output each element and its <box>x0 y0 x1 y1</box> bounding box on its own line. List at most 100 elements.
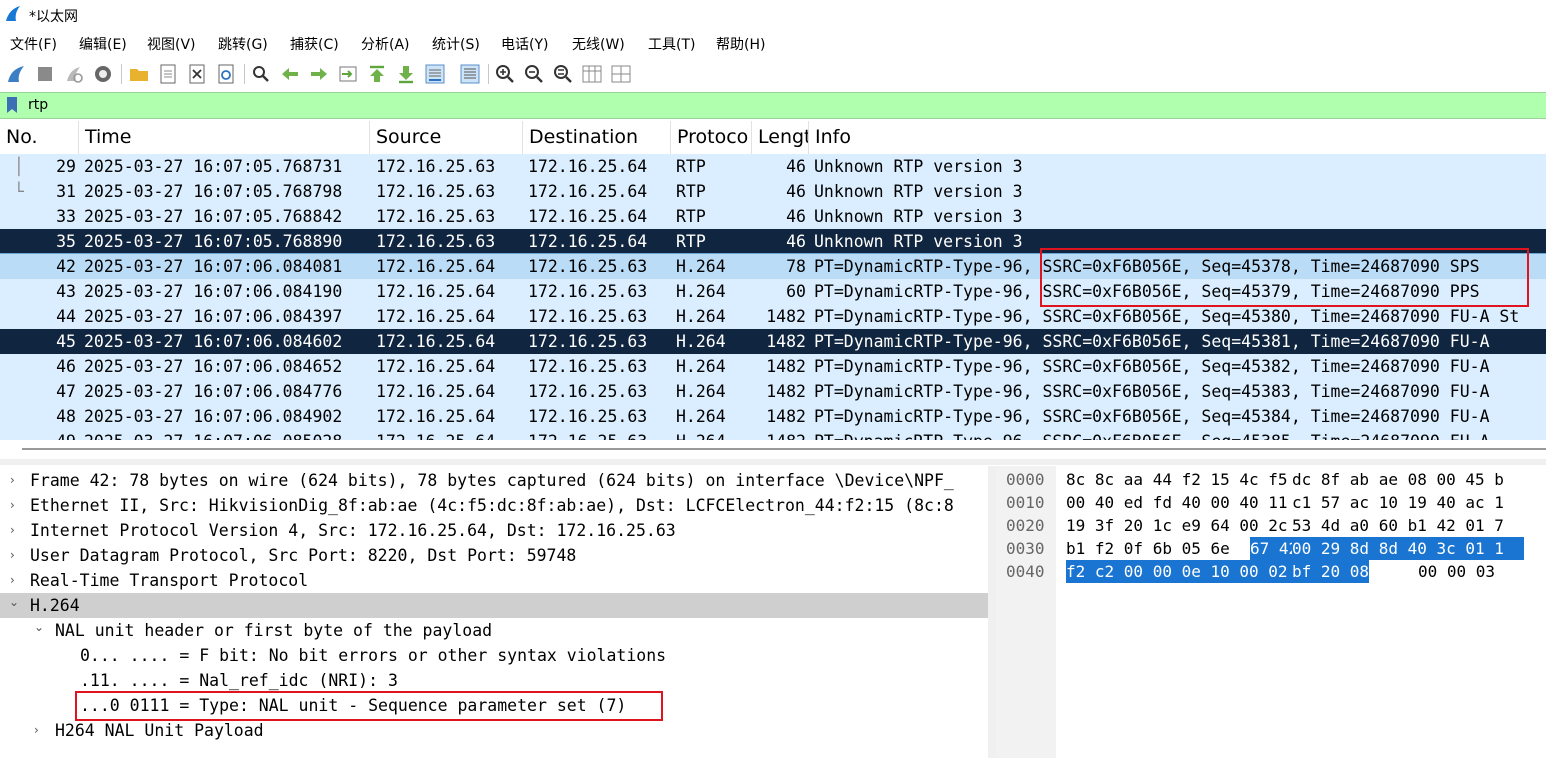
expand-arrow-icon[interactable]: › <box>34 718 39 743</box>
packet-row[interactable]: 45 2025-03-27 16:07:06.084602 172.16.25.… <box>0 329 1546 354</box>
title-bar: *以太网 <box>0 0 1546 30</box>
column-header-destination[interactable]: Destination <box>523 121 671 154</box>
restart-capture-icon[interactable] <box>63 63 85 85</box>
hex-offset: 0030 <box>1006 539 1045 558</box>
expand-arrow-icon[interactable]: › <box>10 468 15 493</box>
display-filter-input[interactable] <box>28 94 1528 115</box>
menu-bar: 文件(F) 编辑(E) 视图(V) 跳转(G) 捕获(C) 分析(A) 统计(S… <box>0 30 1546 56</box>
go-to-packet-icon[interactable] <box>337 63 359 85</box>
tree-item-rtp[interactable]: › Real-Time Transport Protocol <box>0 568 988 593</box>
packet-bytes-pane: 0000 8c 8c aa 44 f2 15 4c f5 dc 8f ab ae… <box>996 466 1546 758</box>
main-toolbar <box>0 58 1546 90</box>
annotation-box-nal-type <box>75 691 663 721</box>
collapse-arrow-icon[interactable]: ⌄ <box>34 615 44 640</box>
go-last-icon[interactable] <box>395 63 417 85</box>
tree-item-udp[interactable]: › User Datagram Protocol, Src Port: 8220,… <box>0 543 988 568</box>
zoom-normal-icon[interactable] <box>552 63 574 85</box>
tree-item-nal-header[interactable]: ⌄ NAL unit header or first byte of the pa… <box>0 618 988 643</box>
packet-row[interactable]: 47 2025-03-27 16:07:06.084776 172.16.25.… <box>0 379 1546 404</box>
pane-splitter-vertical[interactable] <box>988 466 996 758</box>
close-file-icon[interactable] <box>186 63 208 85</box>
colorize-icon[interactable] <box>459 63 481 85</box>
menu-view[interactable]: 视图(V) <box>147 34 196 54</box>
hex-bytes[interactable]: c1 57 ac 10 19 40 ac 1 <box>1292 491 1504 514</box>
packet-row[interactable]: 46 2025-03-27 16:07:06.084652 172.16.25.… <box>0 354 1546 379</box>
column-header-info[interactable]: Info <box>809 121 1546 154</box>
menu-wireless[interactable]: 无线(W) <box>572 34 625 54</box>
menu-telephony[interactable]: 电话(Y) <box>501 34 548 54</box>
bookmark-icon[interactable] <box>6 96 18 114</box>
tree-item-nri[interactable]: .11. .... = Nal_ref_idc (NRI): 3 <box>0 668 988 693</box>
hex-bytes[interactable]: b1 f2 0f 6b 05 6e <box>1066 537 1230 560</box>
toolbar-separator <box>244 64 245 84</box>
hex-bytes[interactable]: 00 00 03 <box>1418 560 1495 583</box>
menu-go[interactable]: 跳转(G) <box>218 34 268 54</box>
hex-bytes-highlighted[interactable]: f2 c2 00 00 0e 10 00 02 <box>1066 560 1300 583</box>
hex-bytes[interactable]: 19 3f 20 1c e9 64 00 2c <box>1066 514 1288 537</box>
go-first-icon[interactable] <box>366 63 388 85</box>
packet-list-header: No. Time Source Destination Protoco Leng… <box>0 121 1546 155</box>
start-capture-icon[interactable] <box>5 63 27 85</box>
column-header-source[interactable]: Source <box>370 121 523 154</box>
tree-item-frame[interactable]: › Frame 42: 78 bytes on wire (624 bits), … <box>0 468 988 493</box>
wireshark-fin-icon <box>6 6 20 21</box>
scrollbar-thumb[interactable] <box>22 448 1546 450</box>
tree-item-f-bit[interactable]: 0... .... = F bit: No bit errors or othe… <box>0 643 988 668</box>
display-filter-bar <box>0 92 1546 119</box>
find-packet-icon[interactable] <box>250 63 272 85</box>
expand-arrow-icon[interactable]: › <box>10 493 15 518</box>
collapse-arrow-icon[interactable]: ⌄ <box>9 590 19 615</box>
hex-bytes[interactable]: 8c 8c aa 44 f2 15 4c f5 <box>1066 468 1288 491</box>
hex-bytes[interactable]: 00 40 ed fd 40 00 40 11 <box>1066 491 1288 514</box>
packet-row[interactable]: 44 2025-03-27 16:07:06.084397 172.16.25.… <box>0 304 1546 329</box>
menu-capture[interactable]: 捕获(C) <box>290 34 339 54</box>
pane-splitter[interactable] <box>0 459 1546 465</box>
resize-columns-icon[interactable] <box>581 63 603 85</box>
capture-options-icon[interactable] <box>92 63 114 85</box>
column-header-length[interactable]: Lengt <box>752 121 809 154</box>
menu-file[interactable]: 文件(F) <box>10 34 57 54</box>
hex-bytes[interactable]: 53 4d a0 60 b1 42 01 7 <box>1292 514 1504 537</box>
tree-item-ipv4[interactable]: › Internet Protocol Version 4, Src: 172.1… <box>0 518 988 543</box>
conversation-link-icon: └ <box>14 182 24 201</box>
hex-bytes[interactable]: dc 8f ab ae 08 00 45 b <box>1292 468 1504 491</box>
hex-offset: 0000 <box>1006 470 1045 489</box>
menu-edit[interactable]: 编辑(E) <box>79 34 127 54</box>
go-forward-icon[interactable] <box>308 63 330 85</box>
layout-icon[interactable] <box>610 63 632 85</box>
menu-analyze[interactable]: 分析(A) <box>361 34 410 54</box>
packet-row[interactable]: 48 2025-03-27 16:07:06.084902 172.16.25.… <box>0 404 1546 429</box>
column-header-protocol[interactable]: Protoco <box>671 121 752 154</box>
reload-file-icon[interactable] <box>215 63 237 85</box>
column-header-time[interactable]: Time <box>79 121 370 154</box>
zoom-in-icon[interactable] <box>494 63 516 85</box>
open-file-icon[interactable] <box>128 63 150 85</box>
expand-arrow-icon[interactable]: › <box>10 543 15 568</box>
hex-bytes-highlighted[interactable]: bf 20 08 <box>1292 560 1370 583</box>
toolbar-separator <box>488 64 489 84</box>
packet-row[interactable]: │ 29 2025-03-27 16:07:05.768731 172.16.2… <box>0 154 1546 179</box>
expand-arrow-icon[interactable]: › <box>10 518 15 543</box>
stop-capture-icon[interactable] <box>34 63 56 85</box>
tree-item-h264[interactable]: ⌄ H.264 <box>0 593 988 618</box>
column-header-no[interactable]: No. <box>0 121 79 154</box>
menu-statistics[interactable]: 统计(S) <box>432 34 480 54</box>
toolbar-separator <box>121 64 122 84</box>
packet-row[interactable]: └ 31 2025-03-27 16:07:05.768798 172.16.2… <box>0 179 1546 204</box>
menu-help[interactable]: 帮助(H) <box>716 34 765 54</box>
packet-list-hscrollbar[interactable] <box>0 440 1546 458</box>
hex-bytes-highlighted[interactable]: 00 29 8d 8d 40 3c 01 1 <box>1292 537 1524 560</box>
go-back-icon[interactable] <box>279 63 301 85</box>
packet-details-tree: › Frame 42: 78 bytes on wire (624 bits), … <box>0 466 988 758</box>
zoom-out-icon[interactable] <box>523 63 545 85</box>
autoscroll-icon[interactable] <box>424 63 446 85</box>
save-file-icon[interactable] <box>157 63 179 85</box>
hex-offset: 0020 <box>1006 516 1045 535</box>
tree-item-nal-payload[interactable]: › H264 NAL Unit Payload <box>0 718 988 743</box>
conversation-link-icon: │ <box>14 157 24 176</box>
packet-row[interactable]: 33 2025-03-27 16:07:05.768842 172.16.25.… <box>0 204 1546 229</box>
tree-item-ethernet[interactable]: › Ethernet II, Src: HikvisionDig_8f:ab:ae… <box>0 493 988 518</box>
window-title: *以太网 <box>29 9 78 25</box>
menu-tools[interactable]: 工具(T) <box>648 34 695 54</box>
hex-offset: 0010 <box>1006 493 1045 512</box>
